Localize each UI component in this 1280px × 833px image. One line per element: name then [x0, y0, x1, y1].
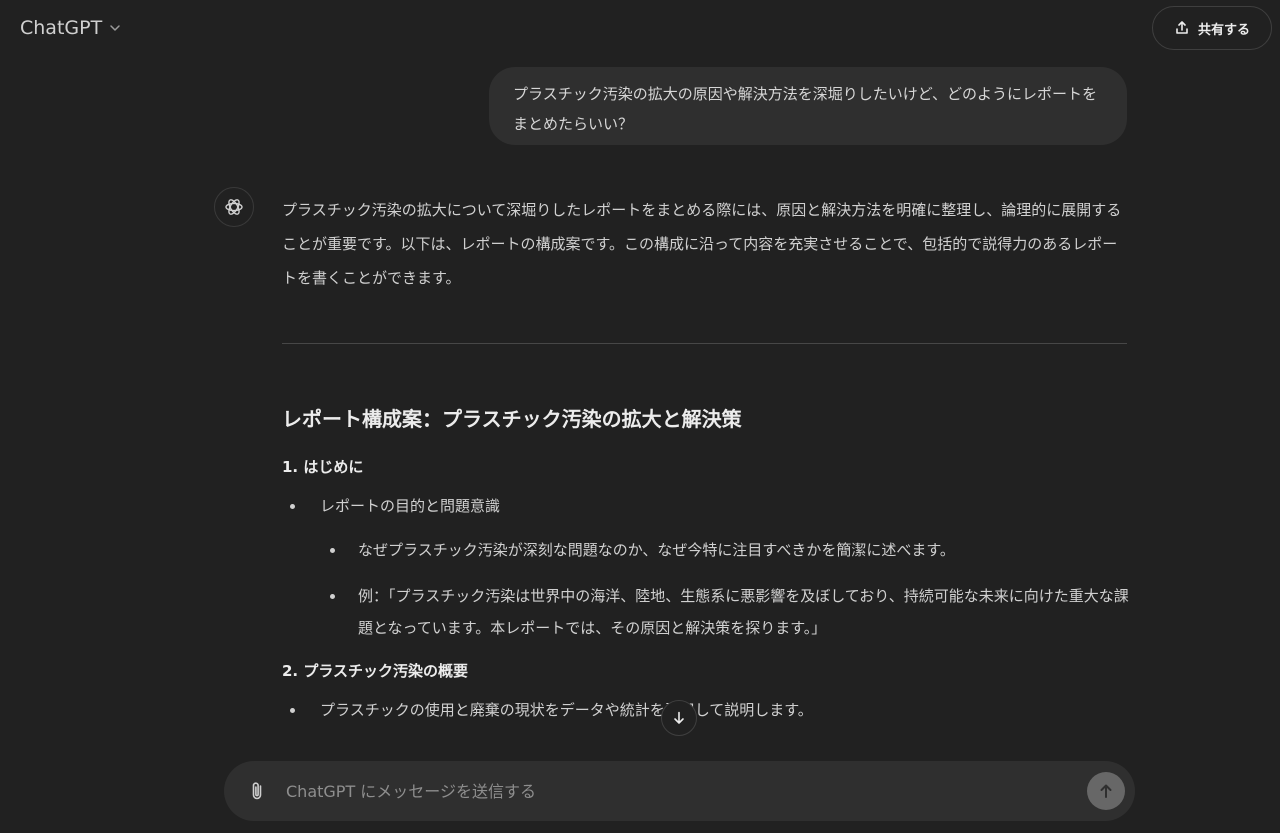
bullet-list: プラスチックの使用と廃棄の現状をデータや統計を引用して説明します。 — [282, 696, 1130, 724]
chatgpt-logo-icon — [214, 187, 254, 227]
assistant-message: プラスチック汚染の拡大について深堀りしたレポートをまとめる際には、原因と解決方法… — [282, 193, 1130, 724]
arrow-down-icon — [671, 710, 687, 726]
chevron-down-icon — [108, 21, 122, 35]
share-icon — [1174, 20, 1190, 36]
arrow-up-icon — [1097, 782, 1115, 800]
send-button[interactable] — [1087, 772, 1125, 810]
scroll-to-bottom-button[interactable] — [661, 700, 697, 736]
model-name: ChatGPT — [20, 17, 103, 39]
share-button[interactable]: 共有する — [1152, 6, 1272, 50]
list-item: プラスチックの使用と廃棄の現状をデータや統計を引用して説明します。 — [282, 696, 1130, 724]
section-heading: 2. プラスチック汚染の概要 — [282, 662, 469, 680]
top-bar: ChatGPT 共有する — [0, 0, 1280, 56]
sub-list-item: 例：「プラスチック汚染は世界中の海洋、陸地、生態系に悪影響を及ぼしており、持続可… — [320, 580, 1130, 644]
assistant-intro-text: プラスチック汚染の拡大について深堀りしたレポートをまとめる際には、原因と解決方法… — [282, 201, 1122, 287]
list-item-text: レポートの目的と問題意識 — [320, 497, 501, 515]
sub-list-item: なぜプラスチック汚染が深刻な問題なのか、なぜ今特に注目すべきかを簡潔に述べます。 — [320, 534, 1130, 566]
share-label: 共有する — [1197, 22, 1250, 38]
list-item: レポートの目的と問題意識 なぜプラスチック汚染が深刻な問題なのか、なぜ今特に注目… — [282, 492, 1130, 644]
sub-bullet-list: なぜプラスチック汚染が深刻な問題なのか、なぜ今特に注目すべきかを簡潔に述べます。… — [320, 534, 1130, 644]
paperclip-icon — [246, 780, 268, 802]
attach-button[interactable] — [242, 776, 272, 806]
message-composer — [224, 761, 1135, 821]
model-switcher[interactable]: ChatGPT — [12, 10, 130, 46]
section-heading: 1. はじめに — [282, 458, 364, 476]
report-title: レポート構成案：プラスチック汚染の拡大と解決策 — [282, 407, 742, 431]
bullet-list: レポートの目的と問題意識 なぜプラスチック汚染が深刻な問題なのか、なぜ今特に注目… — [282, 492, 1130, 644]
user-message-bubble: プラスチック汚染の拡大の原因や解決方法を深堀りしたいけど、どのようにレポートをま… — [489, 67, 1127, 145]
message-input[interactable] — [284, 775, 1064, 807]
divider — [282, 343, 1127, 344]
